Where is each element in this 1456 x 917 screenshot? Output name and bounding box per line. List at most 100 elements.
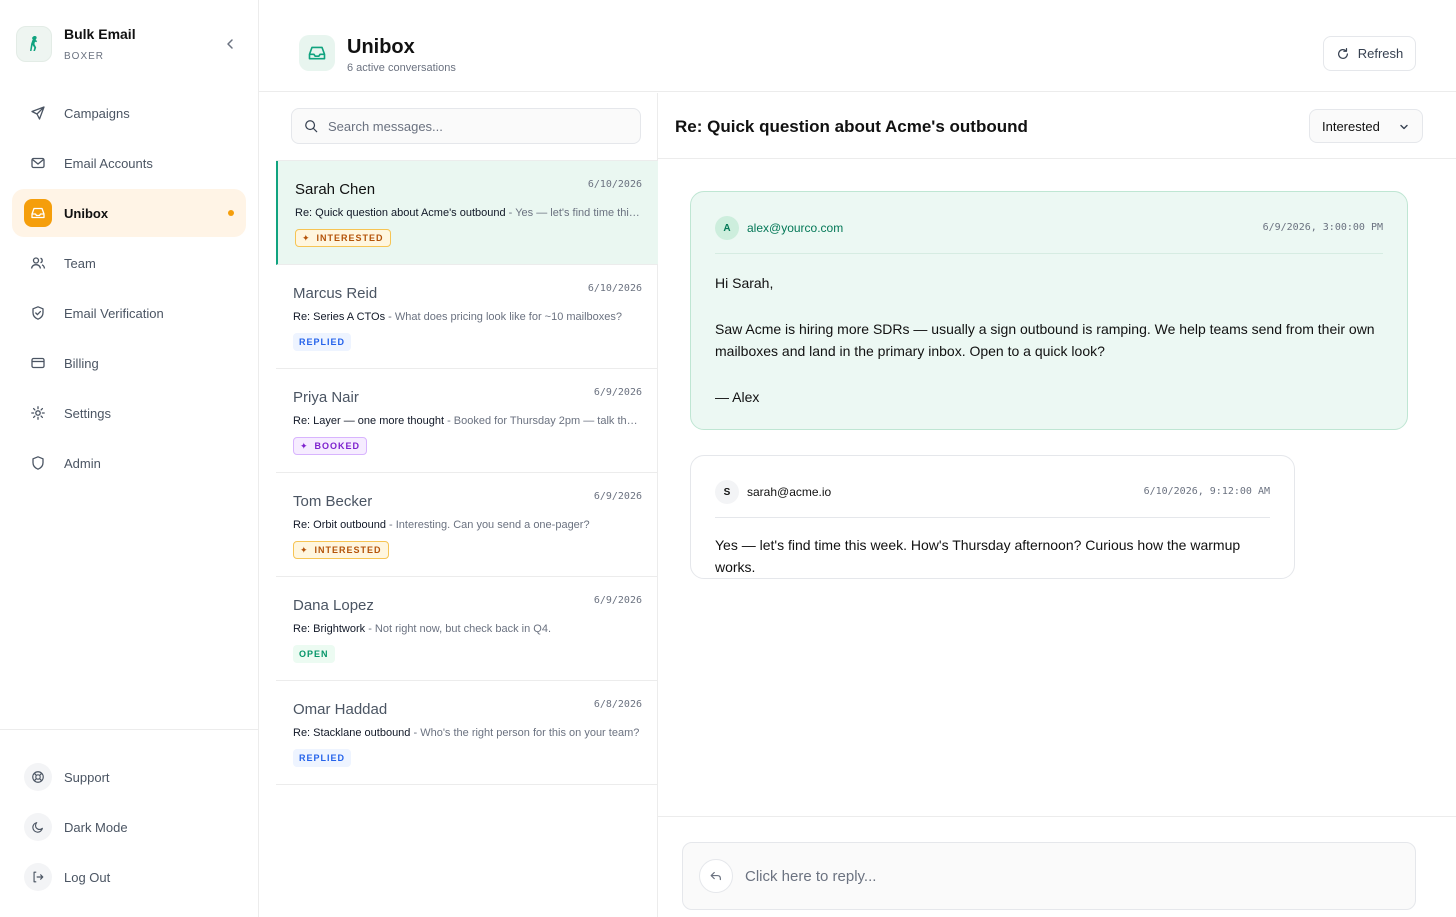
conversation-date: 6/9/2026	[593, 387, 642, 398]
contact-name: Tom Becker	[293, 493, 373, 510]
sidebar-item-admin[interactable]: Admin	[12, 439, 246, 487]
conversation-snippet: Re: Orbit outbound - Interesting. Can yo…	[293, 519, 641, 531]
inbox-icon	[24, 199, 52, 227]
search-icon	[305, 120, 318, 133]
gear-icon	[31, 406, 45, 420]
reply-placeholder: Click here to reply...	[745, 867, 877, 885]
page-header: Unibox 6 active conversations Refresh	[259, 0, 1456, 92]
credit-card-icon	[31, 357, 45, 369]
avatar: S	[715, 480, 739, 504]
conversation-snippet: Re: Brightwork - Not right now, but chec…	[293, 623, 641, 635]
reply-icon	[699, 859, 733, 893]
message-timestamp: 6/10/2026, 9:12:00 AM	[1143, 486, 1270, 497]
mail-icon	[31, 157, 45, 169]
conversation-subject: Re: Brightwork	[293, 623, 366, 635]
refresh-button[interactable]: Refresh	[1323, 36, 1416, 71]
sidebar-item-label: Admin	[64, 455, 101, 471]
sidebar-item-campaigns[interactable]: Campaigns	[12, 89, 246, 137]
conversation-row[interactable]: Marcus Reid 6/10/2026 Re: Series A CTOs …	[276, 265, 658, 369]
lifebuoy-icon	[24, 763, 52, 791]
conversation-subject: Re: Stacklane outbound	[293, 727, 411, 739]
message-sender: A alex@yourco.com	[715, 216, 843, 240]
message-card: A alex@yourco.com 6/9/2026, 3:00:00 PM H…	[690, 191, 1408, 430]
sidebar-item-label: Settings	[64, 405, 111, 421]
support-label: Support	[64, 769, 110, 785]
contact-name: Sarah Chen	[295, 181, 376, 198]
sparkle-icon: ✦	[300, 544, 309, 555]
brand-subtitle: BOXER	[64, 50, 105, 62]
search-box[interactable]	[291, 108, 641, 144]
sidebar-item-label: Email Accounts	[64, 155, 153, 171]
reply-area: Click here to reply...	[658, 816, 1456, 917]
logout-button[interactable]: Log Out	[24, 852, 246, 902]
sidebar-item-settings[interactable]: Settings	[12, 389, 246, 437]
reply-input[interactable]: Click here to reply...	[682, 842, 1416, 910]
sender-email: alex@yourco.com	[747, 221, 844, 235]
chevron-left-icon	[227, 39, 233, 49]
main-nav: Campaigns Email Accounts Unibox Team Ema…	[12, 89, 246, 489]
sidebar-item-label: Team	[64, 255, 96, 271]
conversation-row[interactable]: Priya Nair 6/9/2026 Re: Layer — one more…	[276, 369, 658, 473]
conversation-list-panel: Sarah Chen 6/10/2026 Re: Quick question …	[276, 93, 658, 917]
active-dot	[228, 210, 234, 216]
thread-panel: Re: Quick question about Acme's outbound…	[658, 93, 1456, 917]
status-dropdown[interactable]: Interested	[1309, 109, 1423, 143]
page-title: Unibox	[347, 36, 415, 58]
sparkle-icon: ✦	[302, 232, 311, 243]
support-button[interactable]: Support	[24, 752, 246, 802]
collapse-sidebar-button[interactable]	[222, 36, 238, 52]
conversation-row[interactable]: Omar Haddad 6/8/2026 Re: Stacklane outbo…	[276, 681, 658, 785]
brand[interactable]: Bulk Email BOXER	[16, 26, 136, 62]
search-input[interactable]	[328, 118, 618, 134]
sidebar-item-unibox[interactable]: Unibox	[12, 189, 246, 237]
conversation-preview: - Not right now, but check back in Q4.	[365, 623, 552, 635]
thread-header: Re: Quick question about Acme's outbound…	[658, 93, 1456, 159]
message-paragraph: — Alex	[715, 389, 760, 405]
page-subtitle: 6 active conversations	[347, 62, 456, 74]
sidebar-item-email-verification[interactable]: Email Verification	[12, 289, 246, 337]
status-badge: OPEN	[293, 645, 335, 663]
conversation-preview: - Who's the right person for this on you…	[410, 727, 640, 739]
sidebar-item-email-accounts[interactable]: Email Accounts	[12, 139, 246, 187]
boxer-logo-icon	[16, 26, 52, 62]
conversation-row[interactable]: Tom Becker 6/9/2026 Re: Orbit outbound -…	[276, 473, 658, 577]
conversation-preview: - Booked for Thursday 2pm — talk then.	[444, 415, 641, 427]
conversation-snippet: Re: Series A CTOs - What does pricing lo…	[293, 311, 641, 323]
conversation-row[interactable]: Dana Lopez 6/9/2026 Re: Brightwork - Not…	[276, 577, 658, 681]
users-icon	[30, 257, 46, 269]
message-card: S sarah@acme.io 6/10/2026, 9:12:00 AM Ye…	[690, 455, 1295, 579]
conversation-date: 6/9/2026	[593, 491, 642, 502]
status-dropdown-value: Interested	[1322, 118, 1380, 134]
status-badge: ✦ INTERESTED	[293, 541, 389, 559]
conversation-list: Sarah Chen 6/10/2026 Re: Quick question …	[276, 161, 658, 785]
status-badge: ✦ BOOKED	[293, 437, 368, 455]
brand-title: Bulk Email	[64, 25, 136, 42]
sidebar-item-billing[interactable]: Billing	[12, 339, 246, 387]
avatar: A	[715, 216, 739, 240]
conversation-snippet: Re: Quick question about Acme's outbound…	[295, 207, 643, 219]
conversation-snippet: Re: Layer — one more thought - Booked fo…	[293, 415, 641, 427]
dark-mode-toggle[interactable]: Dark Mode	[24, 802, 246, 852]
logout-icon	[24, 863, 52, 891]
conversation-date: 6/8/2026	[593, 699, 642, 710]
conversation-date: 6/10/2026	[587, 283, 642, 294]
sidebar: Bulk Email BOXER Campaigns Email Account…	[0, 0, 259, 917]
conversation-snippet: Re: Stacklane outbound - Who's the right…	[293, 727, 641, 739]
conversation-preview: - Interesting. Can you send a one-pager?	[385, 519, 590, 531]
bottom-nav: Support Dark Mode Log Out	[24, 752, 246, 902]
inbox-icon	[299, 35, 335, 71]
contact-name: Marcus Reid	[293, 285, 378, 302]
sidebar-item-team[interactable]: Team	[12, 239, 246, 287]
conversation-row[interactable]: Sarah Chen 6/10/2026 Re: Quick question …	[276, 161, 658, 265]
thread-title: Re: Quick question about Acme's outbound	[675, 117, 1028, 136]
refresh-label: Refresh	[1357, 46, 1404, 61]
message-divider	[715, 253, 1383, 254]
message-timestamp: 6/9/2026, 3:00:00 PM	[1262, 222, 1383, 233]
send-icon	[31, 106, 45, 120]
sparkle-icon: ✦	[300, 440, 309, 451]
conversation-date: 6/9/2026	[593, 595, 642, 606]
conversation-date: 6/10/2026	[587, 179, 642, 190]
sidebar-item-label: Unibox	[64, 205, 109, 221]
moon-icon	[24, 813, 52, 841]
sender-email: sarah@acme.io	[747, 485, 832, 499]
